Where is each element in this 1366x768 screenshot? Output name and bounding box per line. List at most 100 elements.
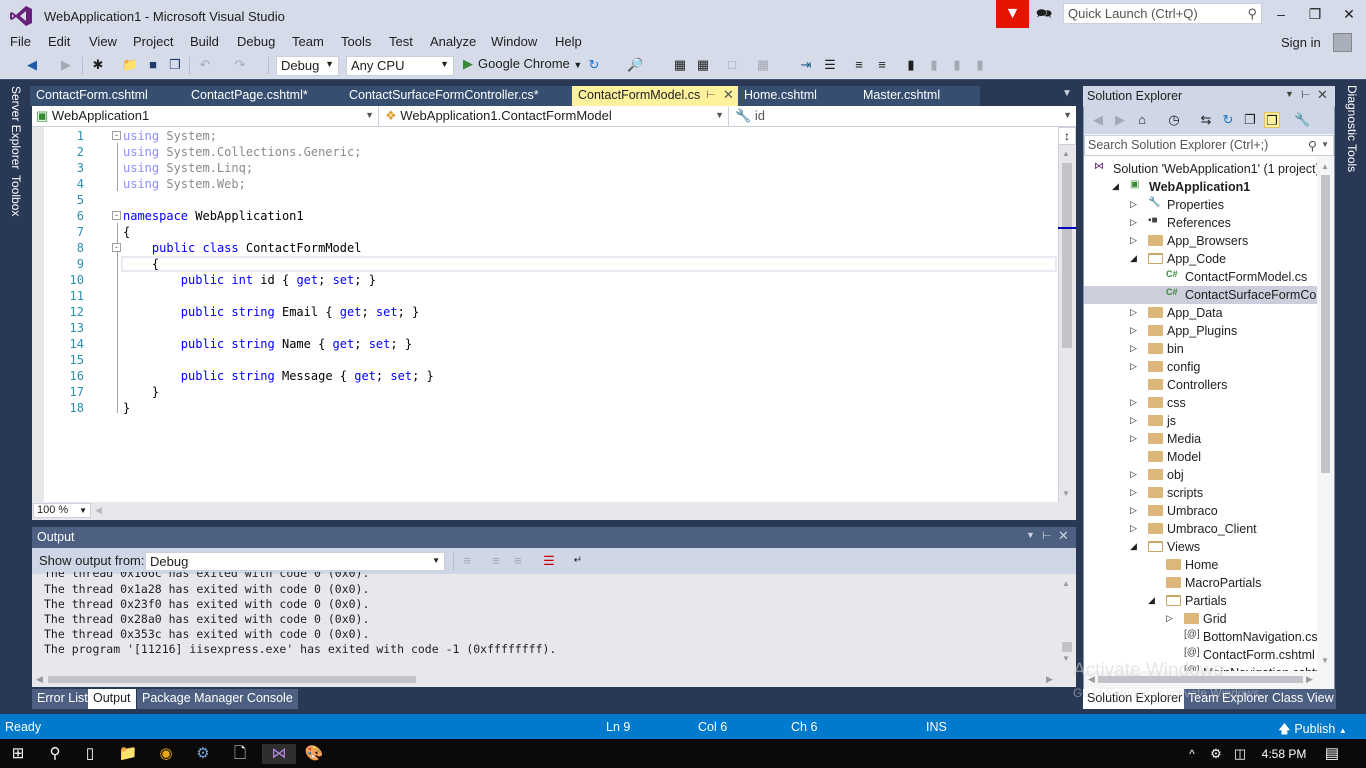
scroll-down-icon[interactable]: ▼ [1321, 656, 1329, 665]
tree-item[interactable]: Model [1084, 448, 1317, 466]
redo-icon[interactable]: ↷ [232, 57, 248, 73]
publish-build-icon[interactable]: ▦ [695, 57, 711, 73]
search-icon[interactable]: ⚲ [45, 744, 65, 764]
clear-bookmarks-icon[interactable]: ▮ [972, 57, 988, 73]
step-icon[interactable]: □ [724, 57, 740, 73]
sync-with-document-icon[interactable]: ⇆ [1198, 112, 1214, 128]
back-icon[interactable]: ◀ [1090, 112, 1106, 128]
tree-item[interactable]: ▷ scripts [1084, 484, 1317, 502]
network-shield-icon[interactable]: ⚙ [1206, 744, 1226, 764]
code-line[interactable]: public string Message { get; set; } [123, 369, 434, 383]
expand-arrow-icon[interactable]: ▷ [1130, 397, 1137, 408]
find-message-icon[interactable]: ≡ [459, 553, 475, 569]
platform-dropdown[interactable]: Any CPU ▼ [346, 56, 454, 76]
menu-team[interactable]: Team [292, 34, 324, 49]
code-line[interactable]: } [123, 385, 159, 399]
menu-file[interactable]: File [10, 34, 31, 49]
tree-item[interactable]: C# ContactFormModel.cs [1084, 268, 1317, 286]
tab-contactpage-cshtml[interactable]: ContactPage.cshtml* [185, 86, 343, 106]
file-explorer-icon[interactable]: 📁 [118, 744, 138, 764]
new-project-icon[interactable]: ✱ [90, 57, 106, 73]
tree-item[interactable]: ▷ css [1084, 394, 1317, 412]
scroll-left-icon[interactable]: ◀ [95, 505, 102, 516]
forward-icon[interactable]: ▶ [1112, 112, 1128, 128]
windows-start-icon[interactable]: ⊞ [8, 744, 28, 764]
paint-icon[interactable]: 🎨 [304, 744, 324, 764]
breakpoint-icon[interactable]: ▦ [755, 57, 771, 73]
solution-explorer-search[interactable]: Search Solution Explorer (Ctrl+;) ⚲ ▼ [1084, 135, 1334, 156]
find-in-files-icon[interactable]: 🔎 [627, 57, 643, 73]
uncomment-icon[interactable]: ≡ [874, 57, 890, 73]
tree-item[interactable]: C# ContactSurfaceFormController.cs [1084, 286, 1317, 304]
show-hidden-icons[interactable]: ^ [1182, 744, 1202, 764]
task-view-icon[interactable]: ▯ [80, 744, 100, 764]
publish-button[interactable]: 🡅 Publish ▲ [1278, 720, 1347, 741]
tree-item[interactable]: [@]BottomNavigation.cshtml [1084, 628, 1317, 646]
code-line[interactable]: public int id { get; set; } [123, 273, 376, 287]
clock[interactable]: 4:58 PM [1260, 744, 1308, 764]
code-line[interactable]: using System.Web; [123, 177, 246, 191]
collapse-arrow-icon[interactable]: ◢ [1130, 253, 1137, 264]
next-bookmark-icon[interactable]: ▮ [949, 57, 965, 73]
refresh-browser-icon[interactable]: ↻ [586, 57, 602, 73]
navigate-forward-icon[interactable]: ▶ [58, 57, 74, 73]
build-icon[interactable]: ▦ [672, 57, 688, 73]
tree-item[interactable]: ▷ obj [1084, 466, 1317, 484]
solution-scroll-thumb[interactable] [1321, 175, 1330, 473]
show-next-statement-icon[interactable]: ☰ [822, 57, 838, 73]
tree-item[interactable]: MacroPartials [1084, 574, 1317, 592]
expand-arrow-icon[interactable]: ▷ [1166, 613, 1173, 624]
scroll-down-icon[interactable]: ▼ [1062, 489, 1070, 498]
expand-arrow-icon[interactable]: ▷ [1130, 487, 1137, 498]
code-line[interactable]: namespace WebApplication1 [123, 209, 304, 223]
menu-help[interactable]: Help [555, 34, 582, 49]
action-center-icon[interactable]: ▤ [1322, 744, 1342, 764]
scroll-up-icon[interactable]: ▲ [1321, 162, 1329, 171]
user-avatar-icon[interactable] [1333, 33, 1352, 52]
close-panel-icon[interactable]: ✕ [1058, 528, 1069, 544]
collapse-namespace-icon[interactable]: - [112, 211, 121, 220]
tree-item[interactable]: ◢ Partials [1084, 592, 1317, 610]
properties-icon[interactable]: 🔧 [1294, 112, 1310, 128]
expand-arrow-icon[interactable]: ▷ [1130, 415, 1137, 426]
code-line[interactable]: using System.Linq; [123, 161, 253, 175]
menu-view[interactable]: View [89, 34, 117, 49]
minimize-button[interactable]: – [1266, 4, 1296, 24]
previous-bookmark-icon[interactable]: ▮ [926, 57, 942, 73]
visual-studio-taskbar-icon[interactable]: ⋈ [262, 744, 296, 764]
output-scroll-thumb[interactable] [1062, 642, 1072, 652]
configuration-dropdown[interactable]: Debug ▼ [276, 56, 339, 76]
tree-item[interactable]: ▷ ▪■ References [1084, 214, 1317, 232]
home-icon[interactable]: ⌂ [1134, 112, 1150, 128]
member-dropdown[interactable]: 🔧 id ▼ [731, 107, 1076, 126]
tab-class-view[interactable]: Class View [1268, 689, 1338, 709]
editor-scroll-thumb[interactable] [1062, 163, 1072, 348]
panel-menu-icon[interactable]: ▼ [1285, 89, 1294, 99]
tab-error-list[interactable]: Error List [32, 689, 93, 709]
menu-tools[interactable]: Tools [341, 34, 371, 49]
tree-item[interactable]: ⋈ Solution 'WebApplication1' (1 project) [1084, 160, 1317, 178]
expand-arrow-icon[interactable]: ▷ [1130, 523, 1137, 534]
network-icon[interactable]: ◫ [1230, 744, 1250, 764]
start-debugging-button[interactable]: ▶ Google Chrome ▼ [463, 56, 582, 72]
expand-arrow-icon[interactable]: ▷ [1130, 343, 1137, 354]
scroll-left-icon[interactable]: ◀ [36, 674, 43, 685]
tab-overflow-icon[interactable]: ▼ [1062, 88, 1072, 99]
pin-icon[interactable]: ⊢ [706, 88, 716, 101]
menu-project[interactable]: Project [133, 34, 173, 49]
scroll-down-icon[interactable]: ▼ [1062, 654, 1070, 663]
feedback-icon[interactable]: 🗪 [1036, 5, 1056, 23]
tree-item[interactable]: ▷ Umbraco_Client [1084, 520, 1317, 538]
restore-button[interactable]: ❐ [1300, 4, 1330, 24]
pin-icon[interactable]: ⊢ [1301, 88, 1311, 101]
output-source-dropdown[interactable]: Debug ▼ [145, 552, 445, 571]
undo-icon[interactable]: ↶ [197, 57, 213, 73]
pin-icon[interactable]: ⊢ [1042, 529, 1052, 542]
quick-launch-input[interactable]: Quick Launch (Ctrl+Q) ⚲ [1063, 3, 1262, 24]
code-line[interactable]: public string Email { get; set; } [123, 305, 420, 319]
save-icon[interactable]: ■ [145, 57, 161, 73]
tree-item[interactable]: ▷ App_Browsers [1084, 232, 1317, 250]
refresh-icon[interactable]: ↻ [1220, 112, 1236, 128]
code-line[interactable]: { [123, 225, 130, 239]
expand-arrow-icon[interactable]: ▷ [1130, 361, 1137, 372]
